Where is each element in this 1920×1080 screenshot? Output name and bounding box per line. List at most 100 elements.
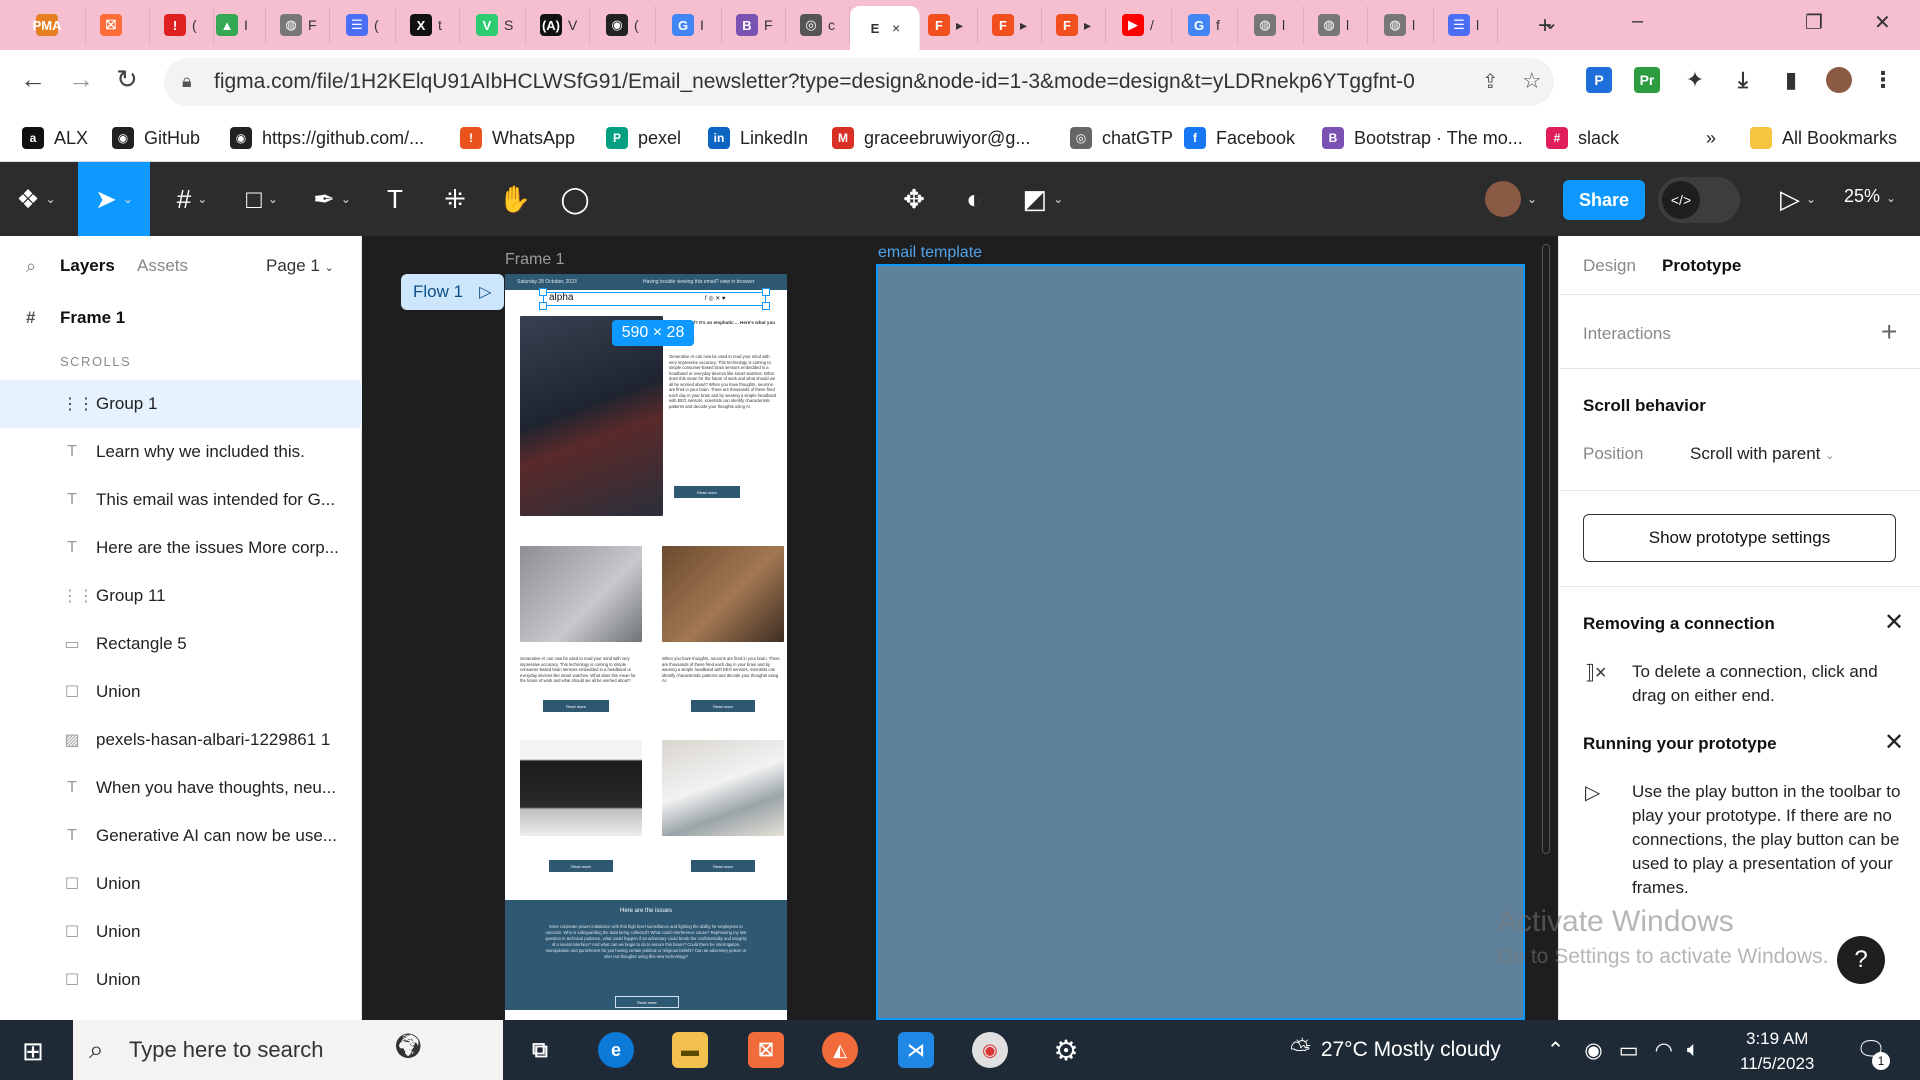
canvas-scrollbar[interactable] (1542, 244, 1550, 854)
flow-play-icon[interactable]: ▷ (479, 282, 491, 302)
side-panel-icon[interactable]: ▮ (1778, 67, 1804, 93)
zoom-level[interactable]: 25% ⌄ (1844, 186, 1896, 207)
frame-1-label[interactable]: Frame 1 (505, 251, 565, 269)
bookmarks-overflow-button[interactable]: » (1706, 124, 1716, 152)
file-explorer-icon[interactable]: ▬ (672, 1032, 708, 1068)
read-more-button-5[interactable]: Read more (691, 860, 755, 872)
browser-menu-icon[interactable]: ⋮ (1870, 67, 1896, 93)
layer-row[interactable]: ▨ pexels-hasan-albari-1229861 1 (0, 716, 362, 764)
profile-avatar[interactable] (1826, 67, 1852, 93)
extensions-puzzle-icon[interactable]: ✦ (1682, 67, 1708, 93)
extension-p-icon[interactable]: P (1586, 67, 1612, 93)
weather-text[interactable]: 27°C Mostly cloudy (1321, 1038, 1501, 1062)
flow-starting-point[interactable]: Flow 1 ▷ (401, 274, 504, 310)
bookmark-item[interactable]: ◉ GitHub (112, 124, 200, 152)
bookmark-item[interactable]: ! WhatsApp (460, 124, 575, 152)
present-play-icon[interactable]: ▷ ⌄ (1770, 162, 1826, 236)
move-tool-icon[interactable]: ➤ ⌄ (78, 162, 150, 236)
system-clock[interactable]: 3:19 AM 11/5/2023 (1740, 1026, 1814, 1076)
browser-tab[interactable]: E × (850, 6, 920, 50)
bookmark-item[interactable]: ◉ https://github.com/... (230, 124, 424, 152)
browser-tab[interactable]: ⛝ (86, 6, 150, 44)
shape-tool-icon[interactable]: □ ⌄ (234, 162, 290, 236)
layer-row[interactable]: ☐ Union (0, 668, 362, 716)
browser-tab[interactable]: ▲ I (202, 6, 266, 44)
browser-tab[interactable]: ◍ F (266, 6, 330, 44)
bookmark-item[interactable]: ◎ chatGTP (1070, 124, 1173, 152)
layer-row[interactable]: T Generative AI can now be use... (0, 812, 362, 860)
read-more-button-3[interactable]: Read more (691, 700, 755, 712)
browser-tab[interactable]: F ▸ (978, 6, 1042, 44)
layer-frame-1[interactable]: # Frame 1 (0, 298, 362, 338)
browser-tab[interactable]: BF (722, 6, 786, 44)
layer-row[interactable]: T When you have thoughts, neu... (0, 764, 362, 812)
battery-icon[interactable]: ▭ (1619, 1038, 1639, 1063)
layer-row[interactable]: ⋮⋮ Group 11 (0, 572, 362, 620)
vscode-icon[interactable]: ⋊ (898, 1032, 934, 1068)
email-template-label[interactable]: email template (878, 244, 982, 262)
tab-prototype[interactable]: Prototype (1662, 256, 1741, 276)
browser-tab[interactable]: ☰( (332, 6, 396, 44)
browser-tab[interactable]: VS (462, 6, 526, 44)
extension-pr-icon[interactable]: Pr (1634, 67, 1660, 93)
resize-handle-tr[interactable] (762, 288, 770, 296)
reload-icon[interactable]: ↻ (116, 64, 138, 95)
text-tool-icon[interactable]: T (374, 162, 416, 236)
close-icon[interactable]: ✕ (1884, 728, 1904, 757)
volume-icon[interactable]: 🔈︎ (1687, 1038, 1700, 1062)
layer-row[interactable]: T This email was intended for G... (0, 476, 362, 524)
bookmark-star-icon[interactable]: ☆ (1522, 68, 1542, 94)
help-button[interactable]: ? (1837, 936, 1885, 984)
position-dropdown[interactable]: Scroll with parent ⌄ (1690, 444, 1834, 464)
selection-box[interactable] (543, 292, 766, 306)
share-button[interactable]: Share (1563, 180, 1645, 220)
browser-tab[interactable]: Gf (1174, 6, 1238, 44)
edge-icon[interactable]: e (598, 1032, 634, 1068)
browser-tab[interactable]: F ▸ (1042, 6, 1106, 44)
chrome-icon[interactable]: ◉ (972, 1032, 1008, 1068)
restore-button[interactable]: ❐ (1805, 10, 1823, 35)
browser-tab[interactable]: ◎ c (786, 6, 850, 44)
email-newsletter-frame[interactable]: Saturday 28 October, 2023 Having trouble… (505, 274, 787, 1020)
minimize-button[interactable]: – (1632, 10, 1643, 33)
layer-row[interactable]: ▭ Rectangle 5 (0, 620, 362, 668)
weather-icon[interactable]: ⛅︎ (1290, 1034, 1311, 1066)
browser-tab[interactable]: PMA (22, 6, 86, 44)
browser-tab[interactable]: ◉( (592, 6, 656, 44)
dev-mode-toggle[interactable]: </> (1658, 177, 1740, 223)
page-selector[interactable]: Page 1 ⌄ (266, 256, 334, 276)
browser-tab[interactable]: ◍ l (1304, 6, 1368, 44)
postman-icon[interactable]: ⛝ (748, 1032, 784, 1068)
browser-tab[interactable]: Xt (396, 6, 460, 44)
read-more-button-2[interactable]: Read more (543, 700, 609, 712)
browser-tab[interactable]: ◍ l (1240, 6, 1304, 44)
browser-tab[interactable]: ☰ l (1434, 6, 1498, 44)
browser-tab[interactable]: ◍ l (1370, 6, 1434, 44)
resize-handle-tl[interactable] (539, 288, 547, 296)
bookmark-item[interactable]: Ppexel (606, 124, 681, 152)
new-tab-button[interactable]: + (1538, 12, 1552, 40)
share-page-icon[interactable]: ⇪ (1482, 69, 1499, 94)
pen-tool-icon[interactable]: ✒ ⌄ (304, 162, 360, 236)
read-more-button-1[interactable]: Read more (674, 486, 740, 498)
search-icon[interactable]: ⌕ (26, 256, 36, 277)
bookmark-item[interactable]: f Facebook (1184, 124, 1295, 152)
taskbar-search[interactable]: ⌕ Type here to search 🌍︎ (73, 1020, 503, 1080)
download-icon[interactable]: ⤓ (1730, 67, 1756, 93)
issues-read-more-button[interactable]: Read more (615, 996, 679, 1008)
figma-main-menu-icon[interactable]: ❖ ⌄ (8, 162, 64, 236)
all-bookmarks-button[interactable]: All Bookmarks (1750, 124, 1897, 152)
windows-start-icon[interactable]: ⊞ (22, 1036, 44, 1067)
back-icon[interactable]: ← (20, 64, 46, 95)
tab-assets[interactable]: Assets (137, 256, 188, 276)
layer-row[interactable]: T Here are the issues More corp... (0, 524, 362, 572)
component-icon[interactable]: ✥ (893, 162, 935, 236)
bookmark-item[interactable]: B Bootstrap · The mo... (1322, 124, 1523, 152)
settings-gear-icon[interactable]: ⚙ (1048, 1032, 1084, 1068)
browser-tab[interactable]: F ▸ (914, 6, 978, 44)
tab-design[interactable]: Design (1583, 256, 1636, 276)
browser-tab[interactable]: GI (658, 6, 722, 44)
hand-tool-icon[interactable]: ✋ (494, 162, 536, 236)
collaborator-avatar[interactable]: ⌄ (1476, 162, 1546, 236)
add-interaction-icon[interactable]: + (1881, 316, 1897, 348)
